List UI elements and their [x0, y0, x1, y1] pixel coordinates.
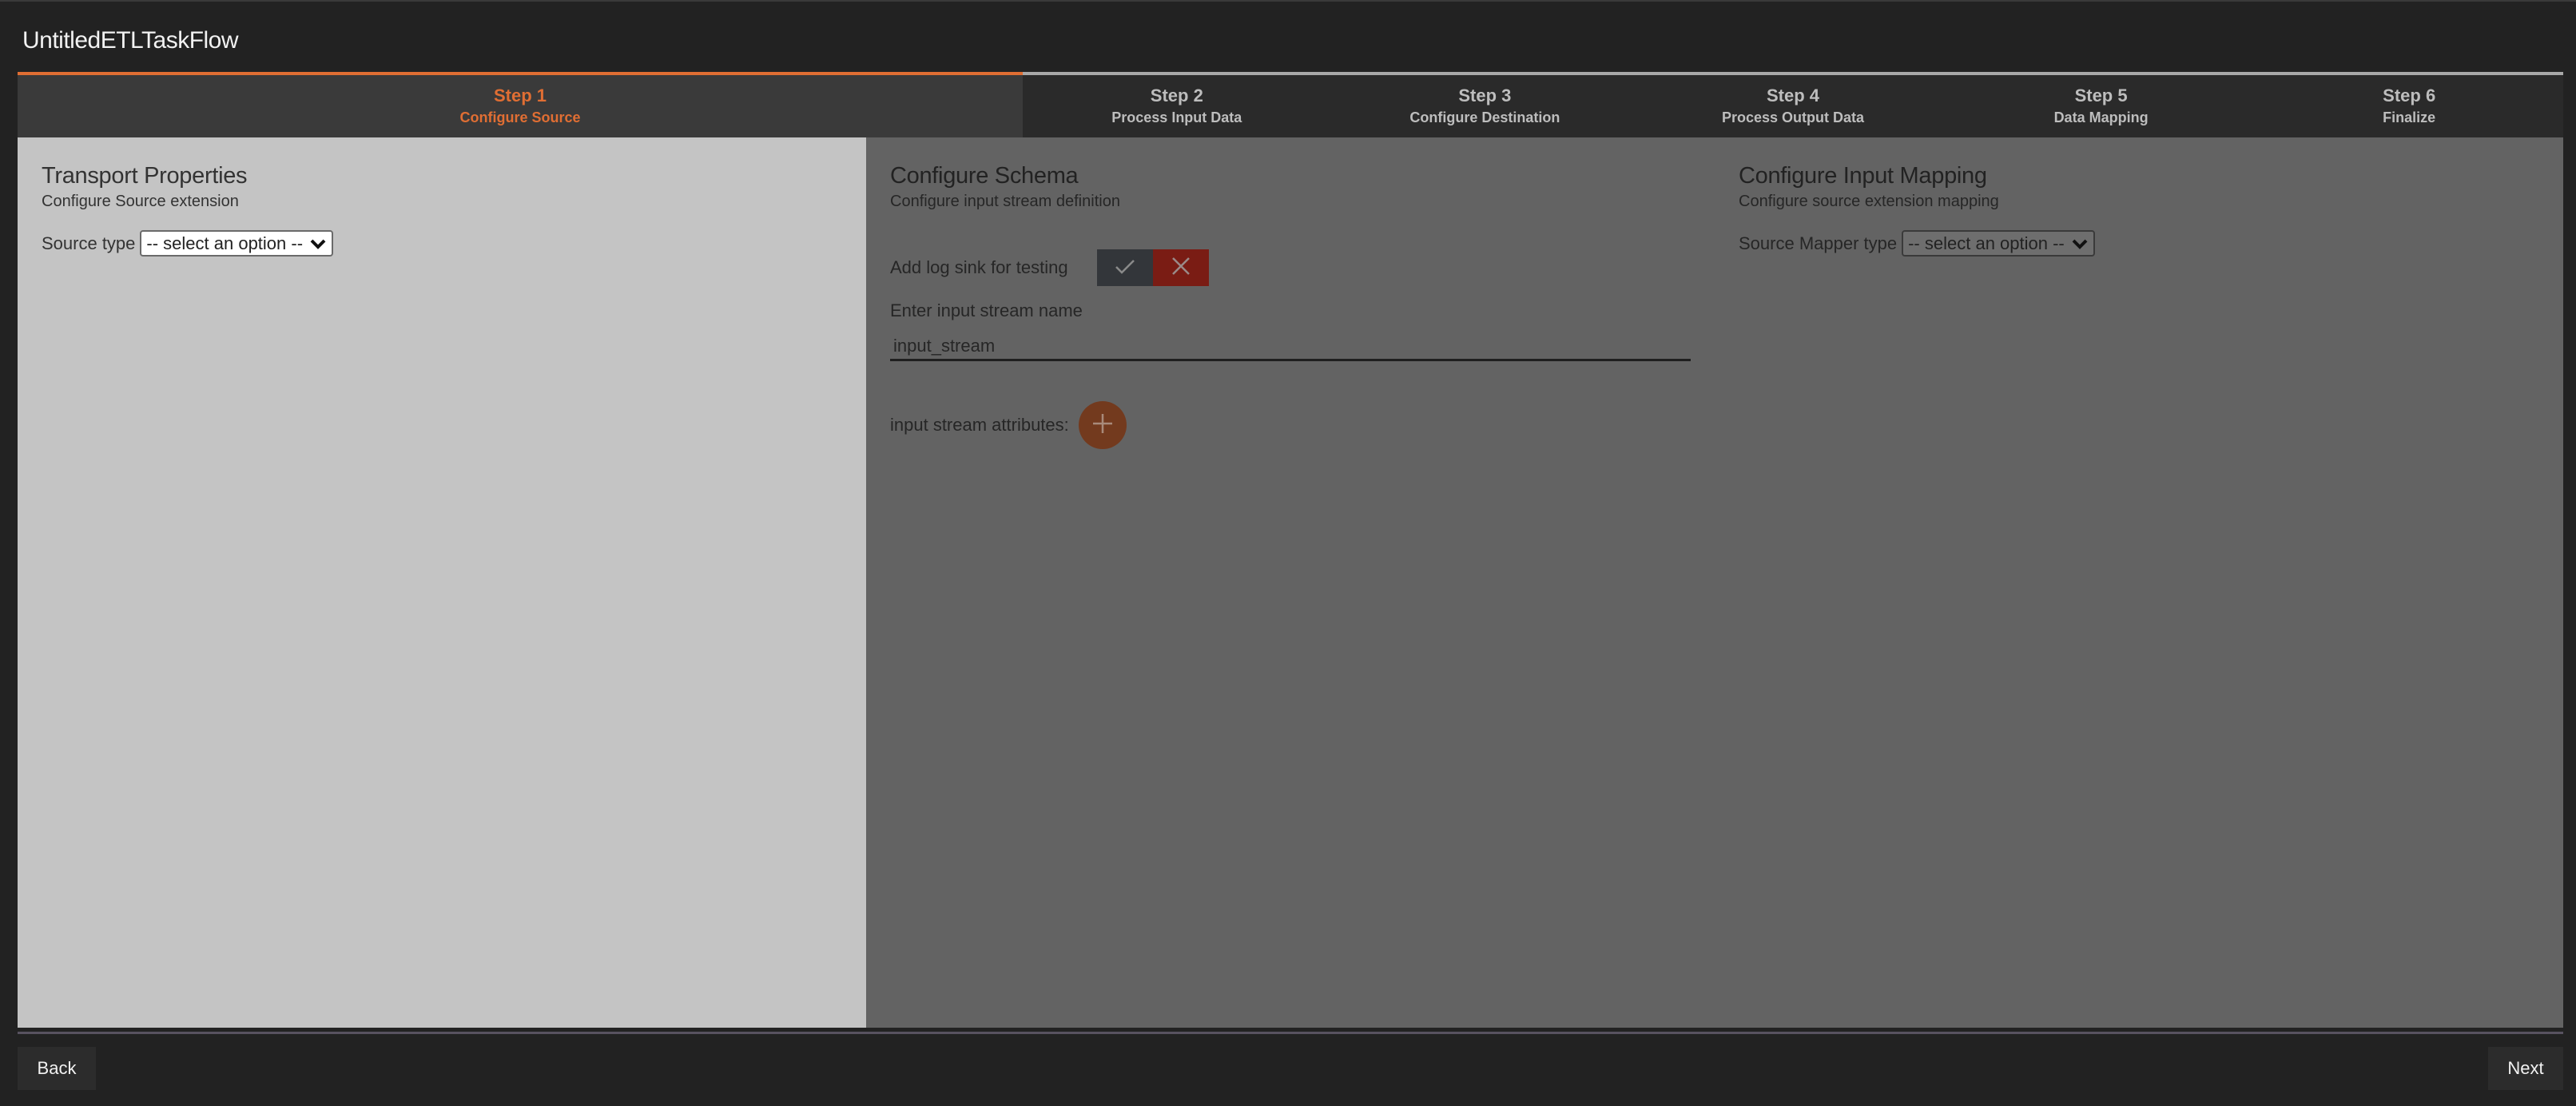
step-3-configure-destination[interactable]: Step 3 Configure Destination: [1331, 75, 1640, 137]
wizard-content: Transport Properties Configure Source ex…: [18, 137, 2563, 1028]
transport-properties-panel: Transport Properties Configure Source ex…: [18, 137, 866, 1028]
log-sink-row: Add log sink for testing: [890, 249, 1691, 286]
select-value: -- select an option --: [1908, 233, 2065, 253]
stream-attributes-label: input stream attributes:: [890, 415, 1069, 435]
step-label: Process Output Data: [1721, 109, 1864, 125]
step-label: Data Mapping: [2053, 109, 2149, 125]
step-number: Step 3: [1458, 86, 1512, 105]
chevron-down-icon: [309, 235, 327, 253]
step-number: Step 1: [493, 86, 547, 105]
step-label: Finalize: [2383, 109, 2436, 125]
plus-icon: [1092, 413, 1113, 438]
window-top-border: [0, 0, 2576, 2]
back-button[interactable]: Back: [18, 1047, 96, 1090]
step-5-data-mapping[interactable]: Step 5 Data Mapping: [1947, 75, 2256, 137]
log-sink-yes-button[interactable]: [1096, 249, 1153, 286]
source-type-row: Source type -- select an option --: [42, 230, 842, 257]
step-label: Configure Source: [459, 109, 581, 125]
wizard-steps: Step 1 Configure Source Step 2 Process I…: [18, 75, 2563, 137]
step-label: Process Input Data: [1111, 109, 1242, 125]
step-label: Configure Destination: [1409, 109, 1560, 125]
step-number: Step 5: [2074, 86, 2128, 105]
add-attribute-button[interactable]: [1078, 401, 1127, 449]
log-sink-label: Add log sink for testing: [890, 257, 1068, 277]
step-2-process-input-data[interactable]: Step 2 Process Input Data: [1023, 75, 1331, 137]
stream-attributes-row: input stream attributes:: [890, 401, 1691, 449]
step-number: Step 6: [2383, 86, 2436, 105]
mapper-type-row: Source Mapper type -- select an option -…: [1739, 230, 2539, 257]
stream-name-input[interactable]: [890, 332, 1691, 361]
panel-title: Configure Input Mapping: [1739, 163, 1987, 189]
step-6-finalize[interactable]: Step 6 Finalize: [2255, 75, 2563, 137]
step-1-configure-source[interactable]: Step 1 Configure Source: [18, 75, 1023, 137]
close-icon: [1171, 257, 1191, 280]
log-sink-no-button[interactable]: [1152, 249, 1209, 286]
app-title: UntitledETLTaskFlow: [22, 27, 239, 54]
panel-subtitle: Configure Source extension: [42, 193, 239, 210]
panel-title: Transport Properties: [42, 163, 248, 189]
mapper-type-label: Source Mapper type: [1739, 233, 1898, 253]
step-number: Step 4: [1766, 86, 1819, 105]
next-button[interactable]: Next: [2488, 1047, 2563, 1090]
source-type-select[interactable]: -- select an option --: [140, 230, 334, 257]
log-sink-toggle[interactable]: [1096, 249, 1209, 286]
source-type-label: Source type: [42, 233, 136, 253]
configure-input-mapping-panel: Configure Input Mapping Configure source…: [1715, 137, 2563, 1028]
panel-subtitle: Configure input stream definition: [890, 193, 1120, 210]
chevron-down-icon: [2071, 235, 2089, 253]
footer-divider: [18, 1032, 2563, 1034]
step-4-process-output-data[interactable]: Step 4 Process Output Data: [1639, 75, 1947, 137]
step-number: Step 2: [1150, 86, 1203, 105]
select-value: -- select an option --: [146, 233, 304, 253]
panel-title: Configure Schema: [890, 163, 1079, 189]
panel-subtitle: Configure source extension mapping: [1739, 193, 1999, 210]
stream-name-label: Enter input stream name: [890, 300, 1083, 320]
mapper-type-select[interactable]: -- select an option --: [1902, 230, 2095, 257]
check-icon: [1115, 258, 1135, 278]
configure-schema-panel: Configure Schema Configure input stream …: [866, 137, 1715, 1028]
